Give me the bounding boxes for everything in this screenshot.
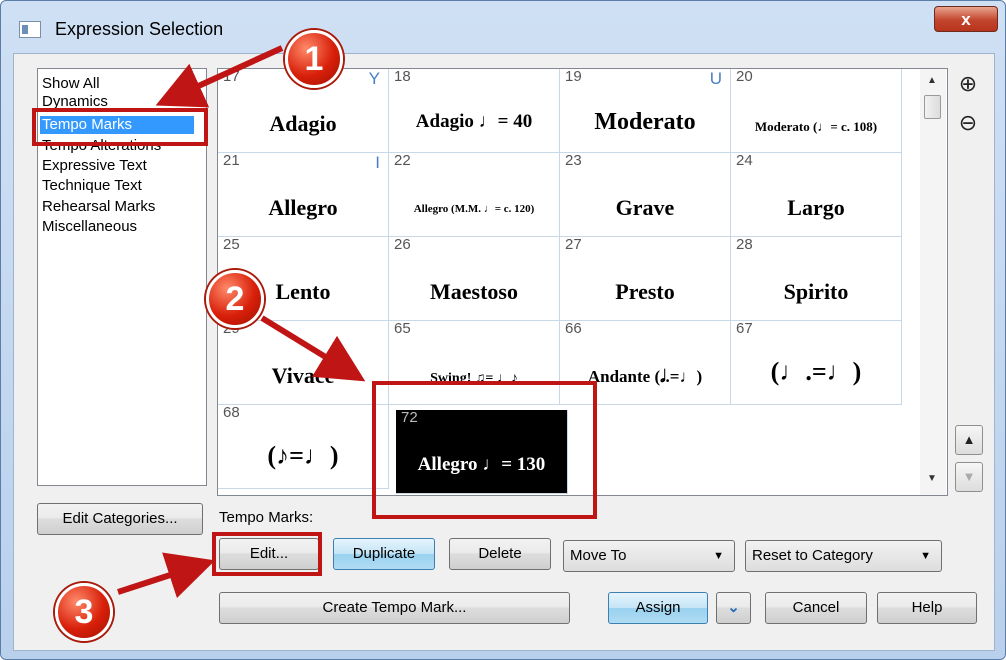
annotation-badge-1: 1 bbox=[285, 30, 343, 88]
annotation-arrow-3 bbox=[117, 552, 216, 599]
annotation-badge-3: 3 bbox=[55, 583, 113, 641]
annotation-arrow-1 bbox=[155, 45, 284, 108]
annotation-arrow-2 bbox=[260, 315, 366, 382]
annotation-arrows bbox=[117, 45, 366, 599]
annotation-badge-2: 2 bbox=[206, 270, 264, 328]
